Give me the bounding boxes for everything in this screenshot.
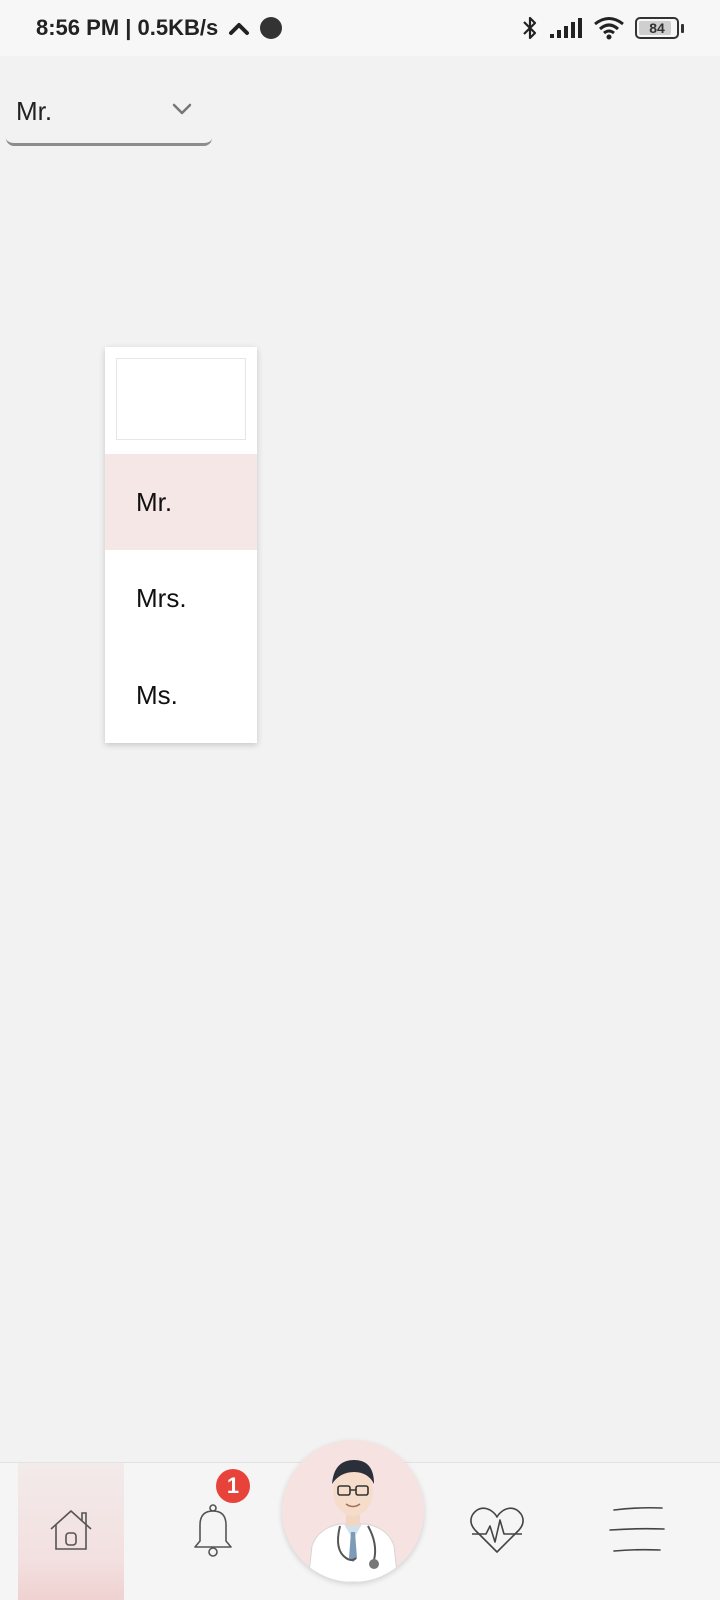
doctor-avatar: [307, 1460, 399, 1582]
battery-icon: 84: [635, 17, 684, 39]
nav-health[interactable]: [444, 1463, 550, 1600]
nav-notifications[interactable]: 1: [160, 1463, 266, 1600]
nav-home[interactable]: [18, 1463, 124, 1600]
battery-body: 84: [635, 17, 679, 39]
title-select[interactable]: Mr.: [6, 74, 212, 146]
record-dot-icon: [260, 17, 283, 39]
dropdown-option-mr[interactable]: Mr.: [105, 454, 257, 550]
status-right: 84: [521, 15, 684, 41]
dropdown-option-ms[interactable]: Ms.: [105, 647, 257, 743]
nav-menu[interactable]: [584, 1463, 690, 1600]
up-chevron-icon: [228, 20, 250, 36]
battery-level: 84: [649, 20, 665, 36]
bell-icon: [190, 1501, 236, 1564]
dropdown-search-box[interactable]: [116, 358, 246, 440]
notification-badge: 1: [216, 1469, 250, 1503]
home-icon: [47, 1507, 95, 1558]
option-label: Mrs.: [136, 582, 187, 613]
doctor-avatar-button[interactable]: [282, 1440, 424, 1582]
screen: 8:56 PM | 0.5KB/s 84 Mr. Mr. Mrs. Ms. 1: [0, 0, 720, 1600]
option-label: Mr.: [136, 486, 173, 517]
signal-icon: [549, 17, 583, 39]
status-left: 8:56 PM | 0.5KB/s: [36, 15, 283, 41]
status-bar: 8:56 PM | 0.5KB/s 84: [0, 0, 720, 56]
menu-icon: [608, 1504, 666, 1561]
heart-pulse-icon: [468, 1504, 526, 1561]
bluetooth-icon: [521, 15, 539, 41]
battery-cap: [681, 23, 684, 33]
option-label: Ms.: [136, 679, 178, 710]
title-dropdown-menu: Mr. Mrs. Ms.: [105, 347, 257, 743]
wifi-icon: [593, 16, 625, 40]
status-time-speed: 8:56 PM | 0.5KB/s: [36, 15, 219, 40]
dropdown-option-mrs[interactable]: Mrs.: [105, 550, 257, 646]
chevron-down-icon: [172, 102, 192, 120]
title-select-value: Mr.: [16, 96, 53, 126]
